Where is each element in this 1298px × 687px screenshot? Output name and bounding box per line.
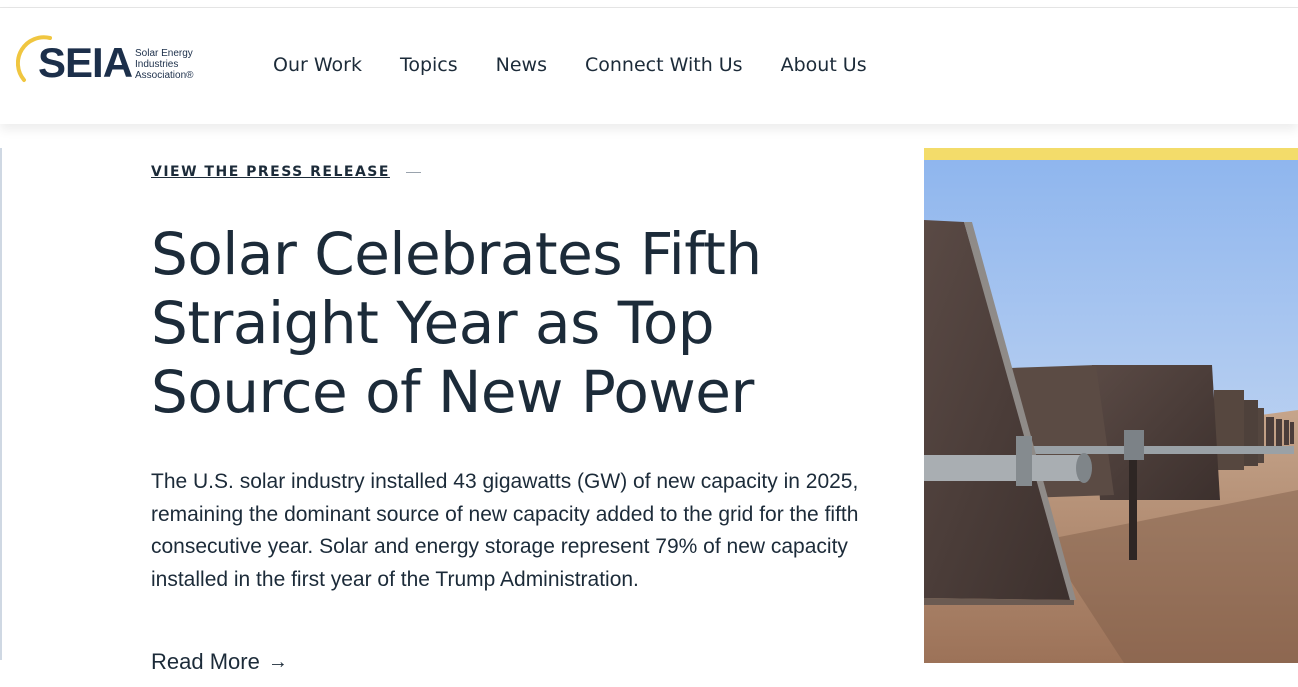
solar-panels-illustration xyxy=(924,160,1298,663)
read-more-link[interactable]: Read More → xyxy=(151,648,288,676)
nav-connect-with-us[interactable]: Connect With Us xyxy=(585,52,743,78)
view-press-release-link[interactable]: VIEW THE PRESS RELEASE xyxy=(151,164,421,180)
nav-topics[interactable]: Topics xyxy=(400,52,458,78)
solar-panel-array-photo xyxy=(924,148,1298,663)
hero-summary: The U.S. solar industry installed 43 gig… xyxy=(151,470,859,591)
photo-accent-bar xyxy=(924,148,1298,160)
read-more-label: Read More xyxy=(151,649,260,674)
eyebrow-label: VIEW THE PRESS RELEASE xyxy=(151,164,390,180)
logo-tagline: Solar Energy Industries Association® xyxy=(135,48,194,81)
nav-our-work[interactable]: Our Work xyxy=(273,52,362,78)
logo-wordmark: SEIA xyxy=(38,39,133,86)
nav-about-us[interactable]: About Us xyxy=(781,52,867,78)
seia-logo[interactable]: SEIA Solar Energy Industries Association… xyxy=(16,32,206,92)
eyebrow-dash xyxy=(405,171,421,173)
site-header: SEIA Solar Energy Industries Association… xyxy=(0,8,1298,124)
nav-news[interactable]: News xyxy=(496,52,547,78)
hero-left-edge xyxy=(0,148,2,660)
main-nav: Our Work Topics News Connect With Us Abo… xyxy=(273,52,905,78)
arrow-right-icon: → xyxy=(267,651,288,673)
hero-headline: Solar Celebrates Fifth Straight Year as … xyxy=(151,220,762,426)
